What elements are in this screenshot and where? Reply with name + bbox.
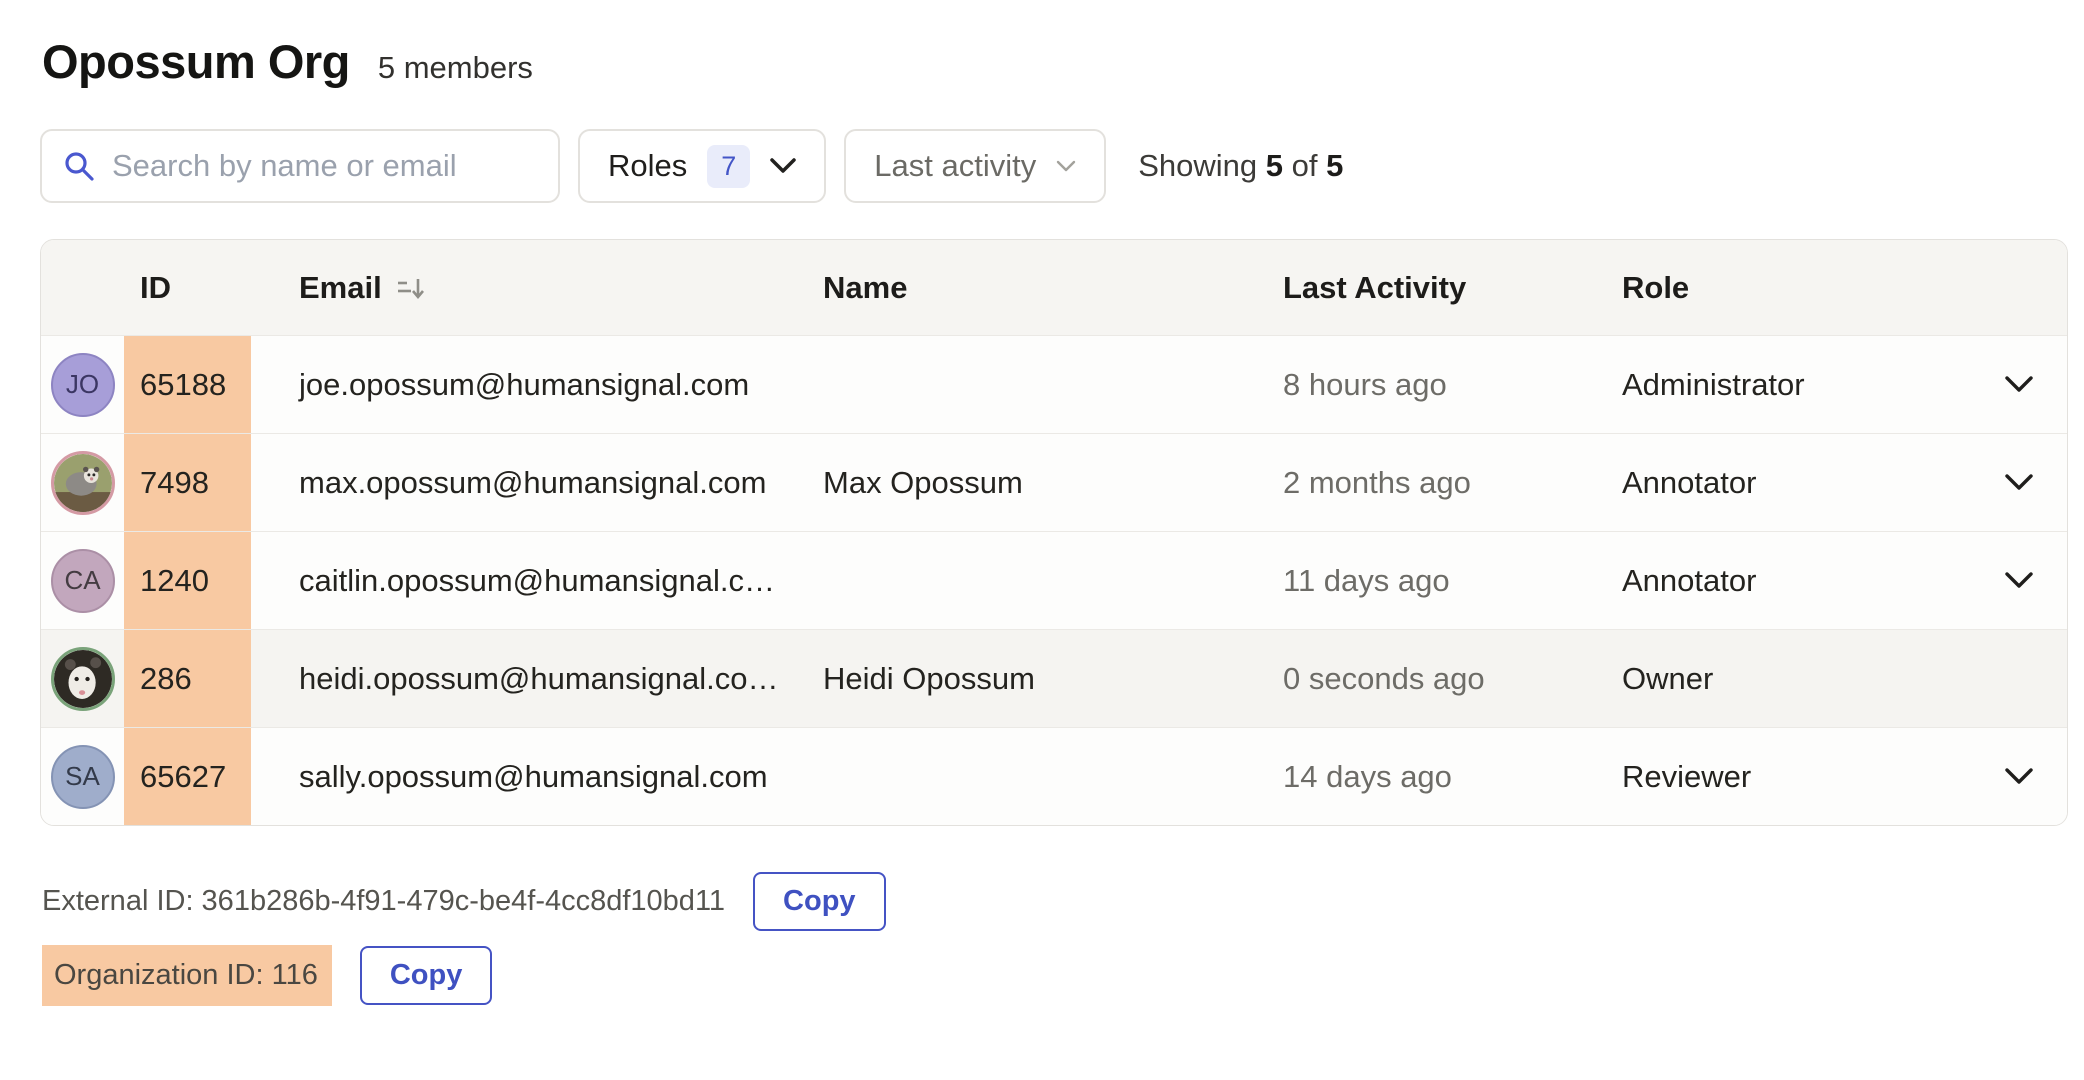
page-header: Opossum Org 5 members <box>40 34 2068 89</box>
member-last-activity: 11 days ago <box>1283 532 1622 629</box>
avatar: JO <box>51 353 115 417</box>
showing-count: 5 <box>1266 148 1283 183</box>
chevron-down-icon[interactable] <box>2005 376 2033 393</box>
table-row-current-user: 286 heidi.opossum@humansignal.co… Heidi … <box>41 629 2067 727</box>
avatar: CA <box>51 549 115 613</box>
chevron-down-icon <box>770 158 796 174</box>
avatar-cell: SA <box>41 728 124 825</box>
showing-total: 5 <box>1326 148 1343 183</box>
member-role: Administrator <box>1622 367 1805 403</box>
member-email: caitlin.opossum@humansignal.c… <box>251 532 823 629</box>
header-avatar-spacer <box>41 240 124 335</box>
roles-count-badge: 7 <box>707 145 750 188</box>
column-header-role: Role <box>1622 240 2067 335</box>
role-dropdown[interactable]: Reviewer <box>1622 728 2067 825</box>
last-activity-filter-button[interactable]: Last activity <box>844 129 1106 203</box>
member-id: 65188 <box>124 336 251 433</box>
column-header-email: Email <box>251 240 823 335</box>
table-row: JO 65188 joe.opossum@humansignal.com 8 h… <box>41 335 2067 433</box>
column-header-id: ID <box>124 240 251 335</box>
search-input[interactable] <box>112 148 538 184</box>
role-static: Owner <box>1622 630 2067 727</box>
external-id-text: External ID: 361b286b-4f91-479c-be4f-4cc… <box>42 885 725 918</box>
member-role: Reviewer <box>1622 759 1751 795</box>
member-role: Annotator <box>1622 465 1756 501</box>
members-table: ID Email Name Last Activity Role <box>40 239 2068 826</box>
search-box[interactable] <box>40 129 560 203</box>
chevron-down-icon[interactable] <box>2005 768 2033 785</box>
role-dropdown[interactable]: Administrator <box>1622 336 2067 433</box>
role-dropdown[interactable]: Annotator <box>1622 532 2067 629</box>
organization-id-text: Organization ID: 116 <box>42 945 332 1006</box>
chevron-down-icon[interactable] <box>2005 572 2033 589</box>
member-role: Annotator <box>1622 563 1756 599</box>
member-last-activity: 0 seconds ago <box>1283 630 1622 727</box>
organization-id-row: Organization ID: 116 Copy <box>42 945 2068 1006</box>
roles-filter-label: Roles <box>608 148 687 184</box>
chevron-down-icon[interactable] <box>2005 474 2033 491</box>
copy-external-id-button[interactable]: Copy <box>753 872 886 931</box>
avatar-cell: JO <box>41 336 124 433</box>
toolbar: Roles 7 Last activity Showing 5 of 5 <box>40 129 2068 203</box>
member-last-activity: 14 days ago <box>1283 728 1622 825</box>
avatar-initials: CA <box>64 565 100 596</box>
avatar-initials: SA <box>65 761 100 792</box>
role-dropdown[interactable]: Annotator <box>1622 434 2067 531</box>
member-last-activity: 2 months ago <box>1283 434 1622 531</box>
table-row: 7498 max.opossum@humansignal.com Max Opo… <box>41 433 2067 531</box>
member-id: 7498 <box>124 434 251 531</box>
table-row: CA 1240 caitlin.opossum@humansignal.c… 1… <box>41 531 2067 629</box>
organization-members-page: Opossum Org 5 members Roles 7 Last activ <box>0 0 2084 1006</box>
avatar: SA <box>51 745 115 809</box>
member-role: Owner <box>1622 661 1713 697</box>
showing-count-text: Showing 5 of 5 <box>1138 148 1343 184</box>
avatar-photo <box>51 647 115 711</box>
member-name <box>823 728 1283 825</box>
member-name: Max Opossum <box>823 434 1283 531</box>
member-email: joe.opossum@humansignal.com <box>251 336 823 433</box>
avatar-cell <box>41 434 124 531</box>
member-email: max.opossum@humansignal.com <box>251 434 823 531</box>
avatar-photo <box>51 451 115 515</box>
member-count: 5 members <box>378 50 533 86</box>
member-id: 65627 <box>124 728 251 825</box>
showing-prefix: Showing <box>1138 148 1257 183</box>
showing-of: of <box>1292 148 1318 183</box>
column-header-name: Name <box>823 240 1283 335</box>
member-id: 286 <box>124 630 251 727</box>
avatar-cell <box>41 630 124 727</box>
copy-organization-id-button[interactable]: Copy <box>360 946 493 1005</box>
member-email: heidi.opossum@humansignal.co… <box>251 630 823 727</box>
chevron-down-icon <box>1056 160 1076 173</box>
external-id-row: External ID: 361b286b-4f91-479c-be4f-4cc… <box>42 872 2068 931</box>
table-row: SA 65627 sally.opossum@humansignal.com 1… <box>41 727 2067 825</box>
avatar-initials: JO <box>66 369 99 400</box>
member-id: 1240 <box>124 532 251 629</box>
avatar-cell: CA <box>41 532 124 629</box>
org-ids-footer: External ID: 361b286b-4f91-479c-be4f-4cc… <box>40 872 2068 1006</box>
member-name <box>823 532 1283 629</box>
member-last-activity: 8 hours ago <box>1283 336 1622 433</box>
member-name: Heidi Opossum <box>823 630 1283 727</box>
sort-descending-icon[interactable] <box>394 272 426 304</box>
table-header-row: ID Email Name Last Activity Role <box>41 240 2067 335</box>
last-activity-filter-label: Last activity <box>874 148 1036 184</box>
column-header-email-label: Email <box>299 270 382 306</box>
member-name <box>823 336 1283 433</box>
search-icon <box>62 149 96 183</box>
roles-filter-button[interactable]: Roles 7 <box>578 129 826 203</box>
page-title: Opossum Org <box>42 34 350 89</box>
column-header-last-activity: Last Activity <box>1283 240 1622 335</box>
member-email: sally.opossum@humansignal.com <box>251 728 823 825</box>
